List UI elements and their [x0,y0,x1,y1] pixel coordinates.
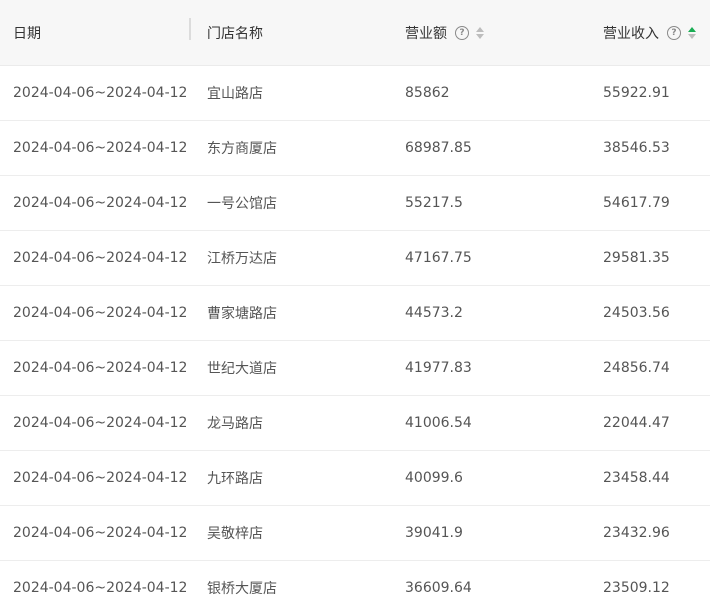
sort-ascending-icon[interactable] [688,26,696,32]
cell-store-name: 九环路店 [207,471,263,487]
column-header-revenue-label: 营业额 [405,25,447,42]
cell-store-name: 一号公馆店 [207,196,277,212]
cell-revenue: 36609.64 [405,580,472,596]
cell-store-name: 东方商厦店 [207,141,277,157]
cell-date: 2024-04-06~2024-04-12 [13,250,188,266]
sort-descending-icon[interactable] [688,33,696,39]
cell-date: 2024-04-06~2024-04-12 [13,470,188,486]
cell-income: 24503.56 [603,305,670,321]
cell-income: 22044.47 [603,415,670,431]
table-row: 2024-04-06~2024-04-12 吴敬梓店 39041.9 23432.96 [0,506,710,561]
table-row: 2024-04-06~2024-04-12 东方商厦店 68987.85 38546.… [0,121,710,176]
cell-revenue: 41977.83 [405,360,472,376]
sort-ascending-icon[interactable] [476,26,484,32]
table-body: 2024-04-06~2024-04-12 宜山路店 85862 55922.91 20… [0,66,710,609]
cell-income: 23458.44 [603,470,670,486]
sort-caret-icon[interactable] [688,26,696,39]
cell-store-name: 吴敬梓店 [207,526,263,542]
cell-income: 24856.74 [603,360,670,376]
cell-income: 54617.79 [603,195,670,211]
cell-date: 2024-04-06~2024-04-12 [13,580,188,596]
cell-date: 2024-04-06~2024-04-12 [13,195,188,211]
question-circle-icon[interactable]: ? [455,25,469,40]
table-row: 2024-04-06~2024-04-12 龙马路店 41006.54 22044.4… [0,396,710,451]
cell-store-name: 世纪大道店 [207,361,277,377]
column-header-date-label: 日期 [13,25,41,42]
cell-income: 29581.35 [603,250,670,266]
column-header-revenue[interactable]: 营业额 ? [392,0,590,65]
column-header-income-label: 营业收入 [603,25,659,42]
column-header-store-label: 门店名称 [207,25,263,42]
cell-revenue: 44573.2 [405,305,463,321]
table-row: 2024-04-06~2024-04-12 世纪大道店 41977.83 24856.… [0,341,710,396]
cell-income: 23509.12 [603,580,670,596]
cell-revenue: 55217.5 [405,195,463,211]
cell-income: 55922.91 [603,85,670,101]
sort-descending-icon[interactable] [476,33,484,39]
cell-store-name: 龙马路店 [207,416,263,432]
table-row: 2024-04-06~2024-04-12 九环路店 40099.6 23458.44 [0,451,710,506]
column-header-date: 日期 [0,0,194,65]
sort-caret-icon[interactable] [476,26,484,39]
cell-date: 2024-04-06~2024-04-12 [13,525,188,541]
column-header-income[interactable]: 营业收入 ? [590,0,710,65]
table-row: 2024-04-06~2024-04-12 江桥万达店 47167.75 29581.… [0,231,710,286]
cell-revenue: 41006.54 [405,415,472,431]
table-header: 日期 门店名称 营业额 ? 营业收入 ? [0,0,710,66]
cell-revenue: 68987.85 [405,140,472,156]
cell-date: 2024-04-06~2024-04-12 [13,305,188,321]
cell-revenue: 39041.9 [405,525,463,541]
cell-income: 23432.96 [603,525,670,541]
cell-revenue: 40099.6 [405,470,463,486]
question-circle-icon[interactable]: ? [667,25,681,40]
cell-store-name: 曹家塘路店 [207,306,277,322]
cell-store-name: 江桥万达店 [207,251,277,267]
table-row: 2024-04-06~2024-04-12 一号公馆店 55217.5 54617.7… [0,176,710,231]
cell-date: 2024-04-06~2024-04-12 [13,415,188,431]
cell-date: 2024-04-06~2024-04-12 [13,360,188,376]
cell-revenue: 85862 [405,85,450,101]
cell-income: 38546.53 [603,140,670,156]
cell-revenue: 47167.75 [405,250,472,266]
table-row: 2024-04-06~2024-04-12 宜山路店 85862 55922.91 [0,66,710,121]
store-revenue-table: 日期 门店名称 营业额 ? 营业收入 ? 2024-04-06~2024-04-… [0,0,710,609]
cell-date: 2024-04-06~2024-04-12 [13,85,188,101]
table-row: 2024-04-06~2024-04-12 银桥大厦店 36609.64 23509.… [0,561,710,609]
cell-store-name: 宜山路店 [207,86,263,102]
column-header-store: 门店名称 [194,0,392,65]
cell-store-name: 银桥大厦店 [207,581,277,597]
table-row: 2024-04-06~2024-04-12 曹家塘路店 44573.2 24503.5… [0,286,710,341]
cell-date: 2024-04-06~2024-04-12 [13,140,188,156]
